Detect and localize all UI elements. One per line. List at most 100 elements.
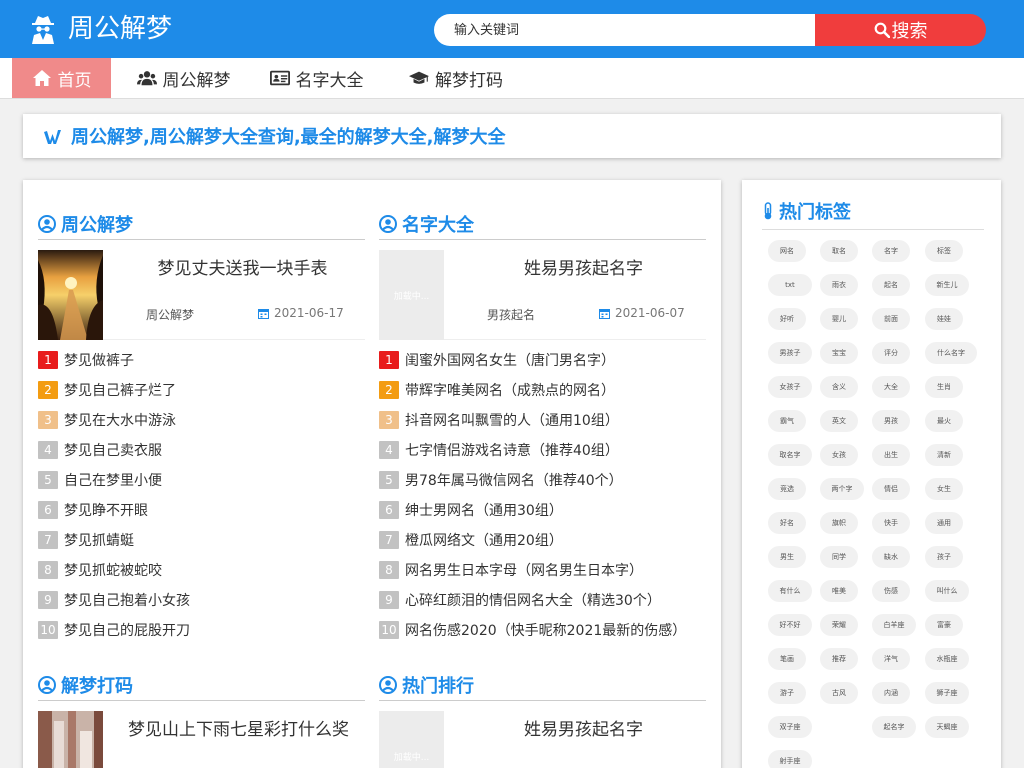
search-button[interactable]: 搜索 <box>815 14 986 46</box>
list-item[interactable]: 10 网名伤感2020（快手昵称2021最新的伤感） <box>379 615 706 645</box>
nav-item-dream[interactable]: 周公解梦 <box>125 58 242 98</box>
feature-thumbnail[interactable]: 加载中... <box>379 250 444 340</box>
feature-category[interactable]: 男孩起名 <box>461 306 561 323</box>
tag-chip[interactable]: 宝宝 <box>820 342 858 364</box>
feature-card[interactable]: 梦见山上下雨七星彩打什么奖 <box>38 701 365 768</box>
feature-title[interactable]: 梦见丈夫送我一块手表 <box>120 254 365 279</box>
tag-chip[interactable]: 双子座 <box>768 716 812 738</box>
tag-chip[interactable]: 取名 <box>820 240 858 262</box>
tag-chip[interactable]: 古风 <box>820 682 858 704</box>
list-item[interactable]: 9 心碎红颜泪的情侣网名大全（精选30个） <box>379 585 706 615</box>
tag-chip[interactable]: 女生 <box>925 478 963 500</box>
feature-category[interactable]: 周公解梦 <box>120 306 220 323</box>
tag-chip[interactable]: 雨衣 <box>820 274 858 296</box>
section-title[interactable]: 热门排行 <box>402 672 474 698</box>
tag-chip[interactable]: 射手座 <box>768 750 812 768</box>
tag-chip[interactable]: 清新 <box>925 444 963 466</box>
tag-chip[interactable]: 婴儿 <box>820 308 858 330</box>
tag-chip[interactable]: 最火 <box>925 410 963 432</box>
tag-chip[interactable]: 竞选 <box>768 478 806 500</box>
tag-chip[interactable]: 笔画 <box>768 648 806 670</box>
list-item[interactable]: 5 男78年属马微信网名（推荐40个） <box>379 465 706 495</box>
tag-chip[interactable]: 叫什么 <box>925 580 969 602</box>
search-input[interactable] <box>434 14 834 46</box>
tag-chip[interactable]: 旗帜 <box>820 512 858 534</box>
tag-chip[interactable]: 白羊座 <box>872 614 916 636</box>
nav-item-names[interactable]: 名字大全 <box>258 58 375 98</box>
tag-chip[interactable]: 女孩 <box>820 444 858 466</box>
tag-chip[interactable]: 娃娃 <box>925 308 963 330</box>
list-item[interactable]: 5 自己在梦里小便 <box>38 465 365 495</box>
feature-thumbnail[interactable]: 加载中... <box>379 711 444 768</box>
section-title[interactable]: 周公解梦 <box>61 211 133 237</box>
list-item[interactable]: 2 带辉字唯美网名（成熟点的网名） <box>379 375 706 405</box>
list-item[interactable]: 4 七字情侣游戏名诗意（推荐40组） <box>379 435 706 465</box>
list-item[interactable]: 8 梦见抓蛇被蛇咬 <box>38 555 365 585</box>
tag-chip[interactable]: 男生 <box>768 546 806 568</box>
list-item[interactable]: 6 绅士男网名（通用30组） <box>379 495 706 525</box>
tag-chip[interactable]: 名字 <box>872 240 910 262</box>
tag-chip[interactable]: 起名字 <box>872 716 916 738</box>
tag-chip[interactable]: 快手 <box>872 512 910 534</box>
tag-chip[interactable]: 女孩子 <box>768 376 812 398</box>
tag-chip[interactable]: 荣耀 <box>820 614 858 636</box>
tag-chip[interactable]: 孩子 <box>925 546 963 568</box>
feature-thumbnail[interactable] <box>38 711 103 768</box>
tag-chip[interactable]: 霸气 <box>768 410 806 432</box>
list-item[interactable]: 7 梦见抓蜻蜓 <box>38 525 365 555</box>
tag-chip[interactable]: 同学 <box>820 546 858 568</box>
tag-chip[interactable]: 起名 <box>872 274 910 296</box>
tag-chip[interactable]: 出生 <box>872 444 910 466</box>
tag-chip[interactable]: 取名字 <box>768 444 812 466</box>
feature-title[interactable]: 姓易男孩起名字 <box>461 715 706 740</box>
tag-chip[interactable]: 天蝎座 <box>925 716 969 738</box>
nav-item-home[interactable]: 首页 <box>12 58 111 98</box>
tag-chip[interactable]: 伤感 <box>872 580 910 602</box>
list-item[interactable]: 8 网名男生日本字母（网名男生日本字） <box>379 555 706 585</box>
tag-chip[interactable]: 水瓶座 <box>925 648 969 670</box>
feature-card[interactable]: 加载中... 姓易男孩起名字 <box>379 701 706 768</box>
tag-chip[interactable]: 推荐 <box>820 648 858 670</box>
tag-chip[interactable]: 两个字 <box>820 478 864 500</box>
list-item[interactable]: 2 梦见自己裤子烂了 <box>38 375 365 405</box>
section-title[interactable]: 解梦打码 <box>61 672 133 698</box>
tag-chip[interactable]: 好不好 <box>768 614 812 636</box>
tag-chip[interactable]: 含义 <box>820 376 858 398</box>
tag-chip[interactable]: 标签 <box>925 240 963 262</box>
tag-chip[interactable]: 前面 <box>872 308 910 330</box>
tag-chip[interactable]: 评分 <box>872 342 910 364</box>
tag-chip[interactable]: 有什么 <box>768 580 812 602</box>
tag-chip[interactable]: 情侣 <box>872 478 910 500</box>
feature-title[interactable]: 姓易男孩起名字 <box>461 254 706 279</box>
tag-chip[interactable]: 缺水 <box>872 546 910 568</box>
list-item[interactable]: 7 橙瓜网络文（通用20组） <box>379 525 706 555</box>
tag-chip[interactable]: 洋气 <box>872 648 910 670</box>
tag-chip[interactable]: 唯美 <box>820 580 858 602</box>
feature-title[interactable]: 梦见山上下雨七星彩打什么奖 <box>112 715 365 740</box>
tag-chip[interactable]: 通用 <box>925 512 963 534</box>
tag-chip[interactable]: 内涵 <box>872 682 910 704</box>
tag-chip[interactable]: 生肖 <box>925 376 963 398</box>
list-item[interactable]: 10 梦见自己的屁股开刀 <box>38 615 365 645</box>
tag-chip[interactable]: 好听 <box>768 308 806 330</box>
site-logo[interactable]: 周公解梦 <box>30 12 172 46</box>
feature-card[interactable]: 加载中... 姓易男孩起名字 男孩起名 2021-06-07 <box>379 240 706 340</box>
tag-chip[interactable]: txt <box>768 274 812 296</box>
tag-chip[interactable]: 游子 <box>768 682 806 704</box>
list-item[interactable]: 1 梦见做裤子 <box>38 345 365 375</box>
list-item[interactable]: 3 梦见在大水中游泳 <box>38 405 365 435</box>
feature-thumbnail[interactable] <box>38 250 103 340</box>
list-item[interactable]: 4 梦见自己卖衣服 <box>38 435 365 465</box>
list-item[interactable]: 1 闺蜜外国网名女生（唐门男名字） <box>379 345 706 375</box>
feature-card[interactable]: 梦见丈夫送我一块手表 周公解梦 2021-06-17 <box>38 240 365 340</box>
tag-chip[interactable]: 什么名字 <box>925 342 977 364</box>
tag-chip[interactable]: 狮子座 <box>925 682 969 704</box>
tag-chip[interactable]: 男孩 <box>872 410 910 432</box>
tag-chip[interactable]: 新生儿 <box>925 274 969 296</box>
tag-chip[interactable]: 英文 <box>820 410 858 432</box>
tag-chip[interactable]: 男孩子 <box>768 342 812 364</box>
tag-chip[interactable]: 富豪 <box>925 614 963 636</box>
section-title[interactable]: 名字大全 <box>402 211 474 237</box>
tag-chip[interactable]: 大全 <box>872 376 910 398</box>
tag-chip[interactable]: 网名 <box>768 240 806 262</box>
